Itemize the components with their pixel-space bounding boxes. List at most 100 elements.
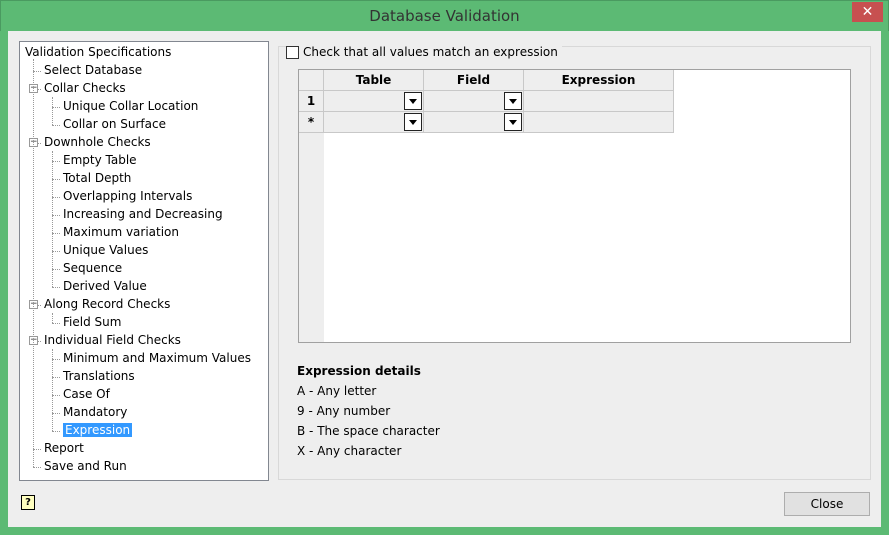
tree-item[interactable]: Save and Run xyxy=(44,458,127,475)
row-header[interactable]: * xyxy=(299,112,324,133)
tree-item-label: Along Record Checks xyxy=(44,297,171,311)
tree-item[interactable]: Increasing and Decreasing xyxy=(63,206,223,223)
tree-item[interactable]: Select Database xyxy=(44,62,142,79)
tree-connector xyxy=(52,97,53,125)
dropdown-arrow-icon[interactable] xyxy=(404,113,422,131)
tree-item[interactable]: Sequence xyxy=(63,260,122,277)
tree-item-label: Expression xyxy=(63,423,133,437)
tree-item-label: Overlapping Intervals xyxy=(63,189,193,203)
tree-connector xyxy=(52,323,60,324)
tree-connector xyxy=(33,449,41,450)
tree-item-label: Select Database xyxy=(44,63,143,77)
column-header-field[interactable]: Field xyxy=(424,70,524,91)
tree-item[interactable]: Empty Table xyxy=(63,152,137,169)
dropdown-arrow-icon[interactable] xyxy=(504,92,522,110)
expression-details: Expression details A - Any letter 9 - An… xyxy=(297,363,440,463)
tree-connector xyxy=(52,197,60,198)
field-cell[interactable] xyxy=(424,112,524,133)
corner-cell xyxy=(299,70,324,91)
tree-item[interactable]: Derived Value xyxy=(63,278,147,295)
tree-item[interactable]: Collar Checks xyxy=(44,80,126,97)
tree-item-label: Unique Collar Location xyxy=(63,99,199,113)
dropdown-arrow-icon[interactable] xyxy=(504,113,522,131)
tree-connector xyxy=(52,215,60,216)
tree-root-label: Validation Specifications xyxy=(25,45,172,59)
tree-item[interactable]: Minimum and Maximum Values xyxy=(63,350,251,367)
tree-item[interactable]: Maximum variation xyxy=(63,224,179,241)
tree-item-label: Sequence xyxy=(63,261,123,275)
tree-root[interactable]: Validation Specifications xyxy=(25,44,171,61)
dropdown-arrow-icon[interactable] xyxy=(404,92,422,110)
tree-item-label: Total Depth xyxy=(63,171,132,185)
details-line: 9 - Any number xyxy=(297,404,391,418)
tree-item[interactable]: Unique Values xyxy=(63,242,148,259)
tree-item[interactable]: Collar on Surface xyxy=(63,116,166,133)
tree-connector xyxy=(33,467,41,468)
tree-item[interactable]: Downhole Checks xyxy=(44,134,151,151)
tree-connector xyxy=(52,269,60,270)
expression-cell[interactable] xyxy=(524,91,674,112)
tree-item-label: Maximum variation xyxy=(63,225,180,239)
tree-item-label: Downhole Checks xyxy=(44,135,151,149)
details-line: A - Any letter xyxy=(297,384,377,398)
tree-item[interactable]: Total Depth xyxy=(63,170,131,187)
tree-connector xyxy=(52,413,60,414)
tree-item-label: Unique Values xyxy=(63,243,149,257)
tree-item[interactable]: Overlapping Intervals xyxy=(63,188,192,205)
tree-item-label: Save and Run xyxy=(44,459,127,473)
tree-item[interactable]: Expression xyxy=(63,422,133,439)
tree-connector xyxy=(33,71,41,72)
tree-item[interactable]: Case Of xyxy=(63,386,110,403)
checkbox-label: Check that all values match an expressio… xyxy=(303,45,558,59)
tree-item-label: Collar on Surface xyxy=(63,117,166,131)
tree-connector xyxy=(52,233,60,234)
tree-connector xyxy=(52,251,60,252)
column-header-table[interactable]: Table xyxy=(324,70,424,91)
tree-item[interactable]: Unique Collar Location xyxy=(63,98,198,115)
row-header[interactable]: 1 xyxy=(299,91,324,112)
tree-connector xyxy=(52,151,53,287)
tree-item-label: Empty Table xyxy=(63,153,137,167)
expression-checkbox[interactable]: Check that all values match an expressio… xyxy=(286,45,562,59)
window-close-button[interactable]: ✕ xyxy=(852,2,883,22)
tree-item[interactable]: Mandatory xyxy=(63,404,127,421)
tree-item[interactable]: Individual Field Checks xyxy=(44,332,181,349)
title-bar: Database Validation ✕ xyxy=(0,0,889,31)
tree-item[interactable]: Along Record Checks xyxy=(44,296,170,313)
tree-item-label: Mandatory xyxy=(63,405,128,419)
help-icon[interactable]: ? xyxy=(21,495,35,510)
tree-item-label: Case Of xyxy=(63,387,110,401)
tree-item-label: Translations xyxy=(63,369,135,383)
expression-cell[interactable] xyxy=(524,112,674,133)
expression-grid[interactable]: Table Field Expression 1 * xyxy=(298,69,851,343)
checkbox-box[interactable] xyxy=(286,45,299,59)
details-line: X - Any character xyxy=(297,444,402,458)
tree-item[interactable]: Translations xyxy=(63,368,135,385)
close-button[interactable]: Close xyxy=(784,492,870,516)
table-cell[interactable] xyxy=(324,112,424,133)
field-cell[interactable] xyxy=(424,91,524,112)
window-title: Database Validation xyxy=(369,7,520,25)
tree-item-label: Field Sum xyxy=(63,315,122,329)
tree-connector xyxy=(52,349,53,431)
column-header-expression[interactable]: Expression xyxy=(524,70,674,91)
tree-item-label: Increasing and Decreasing xyxy=(63,207,223,221)
tree-connector xyxy=(52,431,60,432)
tree-connector xyxy=(52,313,53,323)
tree-connector xyxy=(52,395,60,396)
tree-connector xyxy=(52,107,60,108)
tree-connector xyxy=(52,125,60,126)
details-title: Expression details xyxy=(297,364,421,378)
tree-connector xyxy=(52,161,60,162)
tree-item-label: Report xyxy=(44,441,84,455)
tree-item-label: Derived Value xyxy=(63,279,147,293)
tree-connector xyxy=(52,359,60,360)
validation-tree[interactable]: Validation Specifications Select Databas… xyxy=(19,41,269,481)
details-line: B - The space character xyxy=(297,424,440,438)
tree-item[interactable]: Field Sum xyxy=(63,314,121,331)
table-cell[interactable] xyxy=(324,91,424,112)
tree-item[interactable]: Report xyxy=(44,440,84,457)
dialog-body: Validation Specifications Select Databas… xyxy=(8,31,881,527)
tree-connector xyxy=(52,377,60,378)
tree-connector xyxy=(52,179,60,180)
